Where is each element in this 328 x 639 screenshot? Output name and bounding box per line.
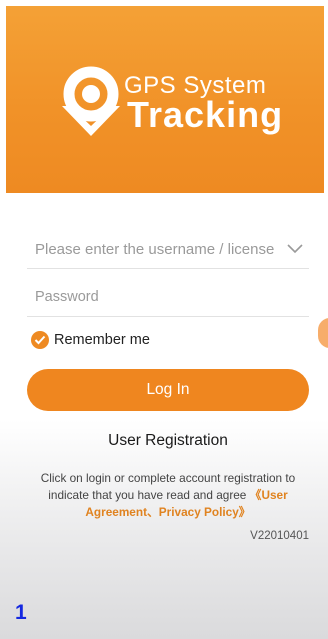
password-placeholder: Password (35, 289, 99, 305)
remember-me-label: Remember me (54, 332, 150, 348)
floating-side-handle[interactable] (318, 318, 328, 348)
chevron-down-icon[interactable] (287, 243, 303, 255)
user-registration-link[interactable]: User Registration (0, 432, 328, 450)
username-placeholder: Please enter the username / license (35, 241, 275, 258)
brand-header: GPS System Tracking (6, 6, 324, 193)
password-field[interactable]: Password (27, 281, 309, 317)
checkmark-icon[interactable] (31, 331, 49, 349)
brand-title-line2: Tracking (127, 94, 284, 135)
login-button[interactable]: Log In (27, 369, 309, 411)
app-screen: GPS System Tracking Please enter the use… (0, 0, 328, 639)
location-pin-icon (62, 66, 120, 136)
step-marker: 1 (15, 601, 27, 624)
remember-me-checkbox[interactable]: Remember me (31, 330, 150, 350)
agreement-notice: Click on login or complete account regis… (30, 470, 306, 521)
version-label: V22010401 (250, 530, 309, 542)
username-field[interactable]: Please enter the username / license (27, 233, 309, 269)
